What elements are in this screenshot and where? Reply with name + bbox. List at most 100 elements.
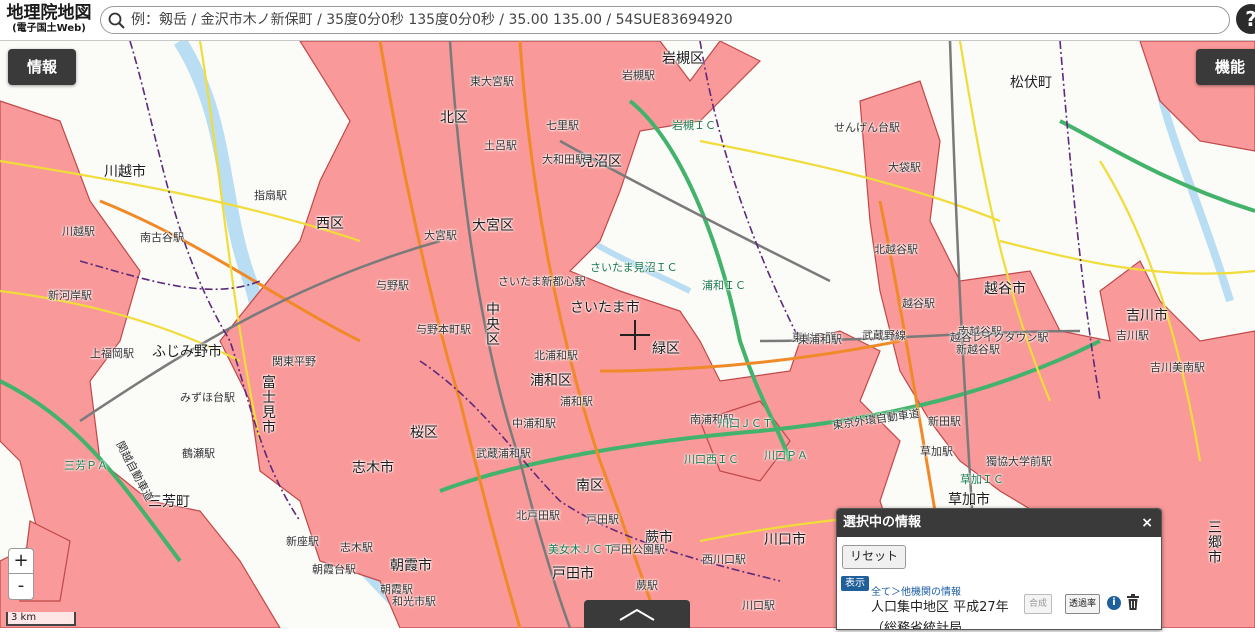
station-label: 吉川美南駅: [1150, 361, 1205, 374]
help-button[interactable]: ?: [1236, 4, 1255, 34]
station-label: 北戸田駅: [516, 509, 560, 522]
city-label-kawagoe: 川越市: [104, 164, 146, 180]
zoom-control: + -: [8, 548, 34, 600]
city-label-matsubushi: 松伏町: [1010, 75, 1052, 91]
chevron-up-icon: [619, 608, 655, 621]
region-label: 関東平野: [272, 355, 316, 368]
interchange-label: 美女木ＪＣＴ: [548, 543, 614, 556]
show-toggle-badge[interactable]: 表示: [841, 576, 869, 591]
ward-label-iwatsuki: 岩槻区: [662, 51, 704, 67]
city-label-koshigaya: 越谷市: [984, 281, 1026, 297]
ward-label-minami: 南区: [576, 478, 604, 494]
station-label: 鶴瀬駅: [182, 447, 215, 460]
layer-breadcrumb[interactable]: 全て＞他機関の情報: [871, 583, 961, 598]
station-label: 南古谷駅: [140, 231, 184, 244]
station-label: 川口駅: [742, 599, 775, 612]
interchange-label: 浦和ＩＣ: [702, 279, 746, 292]
station-label: 大宮駅: [424, 229, 457, 242]
panel-header: 選択中の情報 ×: [837, 509, 1161, 537]
station-label: 志木駅: [340, 541, 373, 554]
search-icon[interactable]: [107, 11, 127, 31]
station-label: 武蔵浦和駅: [476, 447, 531, 460]
city-label-misato: 三郷市: [1208, 520, 1222, 566]
station-label: 朝霞台駅: [312, 563, 356, 576]
search-input[interactable]: [131, 10, 1221, 30]
reset-button[interactable]: リセット: [842, 545, 907, 569]
city-label-yoshikawa: 吉川市: [1126, 308, 1168, 324]
bottom-panel-toggle[interactable]: [584, 600, 690, 628]
station-label: 新田駅: [928, 415, 961, 428]
station-label: 大和田駅: [542, 153, 586, 166]
trash-icon[interactable]: [1126, 594, 1140, 610]
functions-button[interactable]: 機能: [1196, 49, 1255, 85]
opacity-button[interactable]: 透過率: [1065, 594, 1101, 614]
station-label: 北浦和駅: [534, 349, 578, 362]
ward-label-chuo: 中央区: [486, 302, 500, 348]
interchange-label: 岩槻ＩＣ: [672, 119, 716, 132]
panel-title: 選択中の情報: [843, 515, 922, 530]
station-label: 草加駅: [920, 445, 953, 458]
station-label: 川越駅: [62, 225, 95, 238]
interchange-label: 草加ＩＣ: [960, 473, 1004, 486]
railway-label: 武蔵野線: [862, 329, 906, 342]
search-box[interactable]: [100, 6, 1230, 34]
station-label: 蕨駅: [636, 579, 658, 592]
city-label-fujimino: ふじみ野市: [152, 344, 222, 360]
station-label: 東浦和駅: [798, 333, 842, 346]
station-label: 新河岸駅: [48, 289, 92, 302]
station-label: さいたま新都心駅: [498, 275, 586, 288]
interchange-label: 川口西ＩＣ: [684, 453, 739, 466]
station-label: 岩槻駅: [622, 69, 655, 82]
station-label: 指扇駅: [254, 189, 287, 202]
ward-label-minuma: 見沼区: [580, 154, 622, 170]
scale-bar: 3 km: [6, 612, 76, 626]
zoom-out-button[interactable]: -: [8, 574, 34, 600]
station-label: 与野本町駅: [416, 323, 471, 336]
city-label-shiki: 志木市: [352, 460, 394, 476]
combine-button[interactable]: 合成: [1024, 594, 1053, 614]
station-label: 七里駅: [546, 119, 579, 132]
layer-name: 人口集中地区 平成27年（総務省統計局: [871, 600, 1009, 630]
station-label: 中浦和駅: [512, 417, 556, 430]
interchange-label: 川口ＪＣＴ: [718, 417, 773, 430]
station-label: みずほ台駅: [180, 391, 235, 404]
station-label: 与野駅: [376, 279, 409, 292]
ward-label-omiya: 大宮区: [472, 218, 514, 234]
ward-label-sakura: 桜区: [410, 425, 438, 441]
station-label: 上福岡駅: [90, 347, 134, 360]
logo-subtitle: (電子国土Web): [12, 23, 86, 34]
city-label-kawaguchi: 川口市: [764, 532, 806, 548]
interchange-label: 川口ＰＡ: [764, 449, 808, 462]
station-label: 獨協大学前駅: [986, 455, 1052, 468]
interchange-label: 三芳ＰＡ: [64, 459, 108, 472]
station-label: 北越谷駅: [874, 243, 918, 256]
station-label: 土呂駅: [484, 139, 517, 152]
station-label: 東大宮駅: [470, 75, 514, 88]
station-label: 越谷駅: [902, 297, 935, 310]
logo-title: 地理院地図: [6, 3, 92, 23]
city-label-toda: 戸田市: [552, 566, 594, 582]
info-button[interactable]: 情報: [8, 49, 76, 85]
station-label: 吉川駅: [1116, 329, 1149, 342]
site-logo[interactable]: 地理院地図 (電子国土Web): [3, 3, 95, 35]
crosshair-icon: [620, 320, 650, 350]
ward-label-nishi: 西区: [316, 216, 344, 232]
ward-label-midori: 緑区: [652, 341, 680, 357]
station-label: 越谷レイクタウン駅: [950, 331, 1049, 344]
close-icon[interactable]: ×: [1141, 509, 1153, 537]
station-label: 新座駅: [286, 535, 319, 548]
station-label: 戸田駅: [586, 513, 619, 526]
selected-info-panel: 選択中の情報 × リセット 表示 全て＞他機関の情報 人口集中地区 平成27年（…: [836, 508, 1162, 630]
station-label: 浦和駅: [560, 395, 593, 408]
ward-label-kita: 北区: [440, 110, 468, 126]
station-label: 戸田公園駅: [610, 543, 665, 556]
station-label: 西川口駅: [702, 553, 746, 566]
top-bar: 地理院地図 (電子国土Web) ?: [0, 0, 1255, 41]
city-label-asaka: 朝霞市: [390, 558, 432, 574]
city-label-soka: 草加市: [948, 492, 990, 508]
station-label: 和光市駅: [392, 595, 436, 608]
city-label-saitama: さいたま市: [570, 300, 640, 316]
info-icon[interactable]: i: [1107, 596, 1121, 610]
zoom-in-button[interactable]: +: [8, 548, 34, 574]
interchange-label: さいたま見沼ＩＣ: [590, 261, 678, 274]
